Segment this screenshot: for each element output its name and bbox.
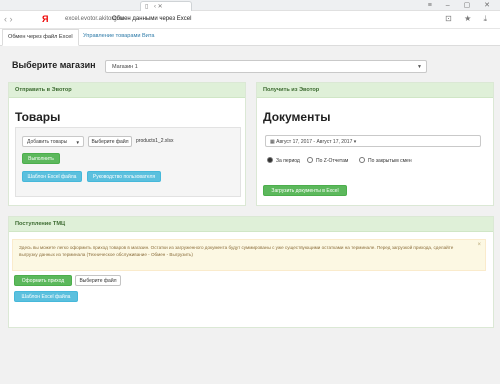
- action-select[interactable]: Добавить товары ▼: [22, 136, 84, 147]
- user-guide-button[interactable]: Руководство пользователя: [87, 171, 161, 182]
- page-title-text: Обмен данными через Excel: [112, 16, 192, 22]
- yandex-logo-icon[interactable]: Я: [42, 14, 48, 24]
- radio-dot-icon: [267, 157, 273, 163]
- tab-controls-icon[interactable]: ‹ ✕: [154, 3, 163, 10]
- browser-titlebar: ▯ ‹ ✕ ≡ – ▢ ✕: [0, 0, 500, 11]
- send-panel: Отправить в Эвотор Товары Добавить товар…: [8, 82, 246, 206]
- send-panel-header: Отправить в Эвотор: [9, 83, 245, 98]
- action-select-value: Добавить товары: [27, 139, 68, 145]
- receipt-panel-header: Поступление ТМЦ: [9, 217, 493, 232]
- selected-file-name: products1_2.xlsx: [136, 138, 174, 144]
- store-title: Выберите магазин: [12, 60, 96, 70]
- radio-dot-icon: [307, 157, 313, 163]
- nav-tabs: Обмен через файл Excel Управление товара…: [0, 29, 500, 46]
- radio-closed-shifts[interactable]: По закрытым смен: [359, 157, 412, 164]
- main-content: Выберите магазин Магазин 1 ▼ Отправить в…: [0, 46, 500, 384]
- radio-dot-icon: [359, 157, 365, 163]
- receipt-panel: Поступление ТМЦ: [8, 216, 494, 328]
- date-range-picker[interactable]: ▦ Август 17, 2017 - Август 17, 2017 ▾: [265, 135, 481, 147]
- execute-button[interactable]: Выполнить: [22, 153, 60, 164]
- receipt-template-button[interactable]: Шаблон Excel файла: [14, 291, 78, 302]
- receipt-choose-file-button[interactable]: Выберите файл: [75, 275, 121, 286]
- send-panel-form: Добавить товары ▼ Выберите файл products…: [15, 127, 241, 197]
- choose-file-button[interactable]: Выберите файл: [88, 136, 132, 147]
- radio-closed-shifts-label: По закрытым смен: [368, 158, 412, 164]
- window-controls[interactable]: ≡ – ▢ ✕: [428, 1, 496, 9]
- page-icon: ▯: [145, 4, 149, 10]
- caret-down-icon: ▾: [352, 139, 357, 145]
- receive-panel-header: Получить из Эвотор: [257, 83, 493, 98]
- receive-panel: Получить из Эвотор Документы ▦ Август 17…: [256, 82, 494, 206]
- browser-tab[interactable]: ▯ ‹ ✕: [140, 1, 192, 11]
- download-documents-button[interactable]: Загрузить документы в Excel: [263, 185, 347, 196]
- radio-period-label: За период: [276, 158, 300, 164]
- browser-actions-icon[interactable]: ⊡ ★ ⤓: [445, 14, 492, 24]
- address-bar[interactable]: ‹ › Я excel.evotor.akitorg.ru Обмен данн…: [0, 11, 500, 29]
- store-select[interactable]: Магазин 1 ▼: [105, 60, 427, 73]
- store-select-value: Магазин 1: [112, 64, 138, 70]
- date-range-value: Август 17, 2017 - Август 17, 2017: [276, 139, 353, 145]
- back-forward-icon[interactable]: ‹ ›: [4, 14, 13, 24]
- tab-vita-products[interactable]: Управление товарами Вита: [78, 29, 160, 44]
- info-alert: Здесь вы можете легко оформить приход то…: [12, 239, 486, 271]
- template-button[interactable]: Шаблон Excel файла: [22, 171, 82, 182]
- receive-panel-title: Документы: [263, 110, 331, 124]
- info-alert-text: Здесь вы можете легко оформить приход то…: [19, 245, 454, 257]
- send-panel-title: Товары: [15, 110, 61, 124]
- radio-z-reports[interactable]: По Z-Отчетам: [307, 157, 348, 164]
- radio-z-reports-label: По Z-Отчетам: [316, 158, 349, 164]
- chevron-down-icon: ▼: [417, 64, 422, 70]
- tab-excel-exchange[interactable]: Обмен через файл Excel: [2, 29, 79, 46]
- submit-receipt-button[interactable]: Оформить приход: [14, 275, 72, 286]
- close-icon[interactable]: ×: [477, 242, 481, 249]
- chevron-down-icon: ▼: [75, 140, 80, 145]
- radio-period[interactable]: За период: [267, 157, 300, 164]
